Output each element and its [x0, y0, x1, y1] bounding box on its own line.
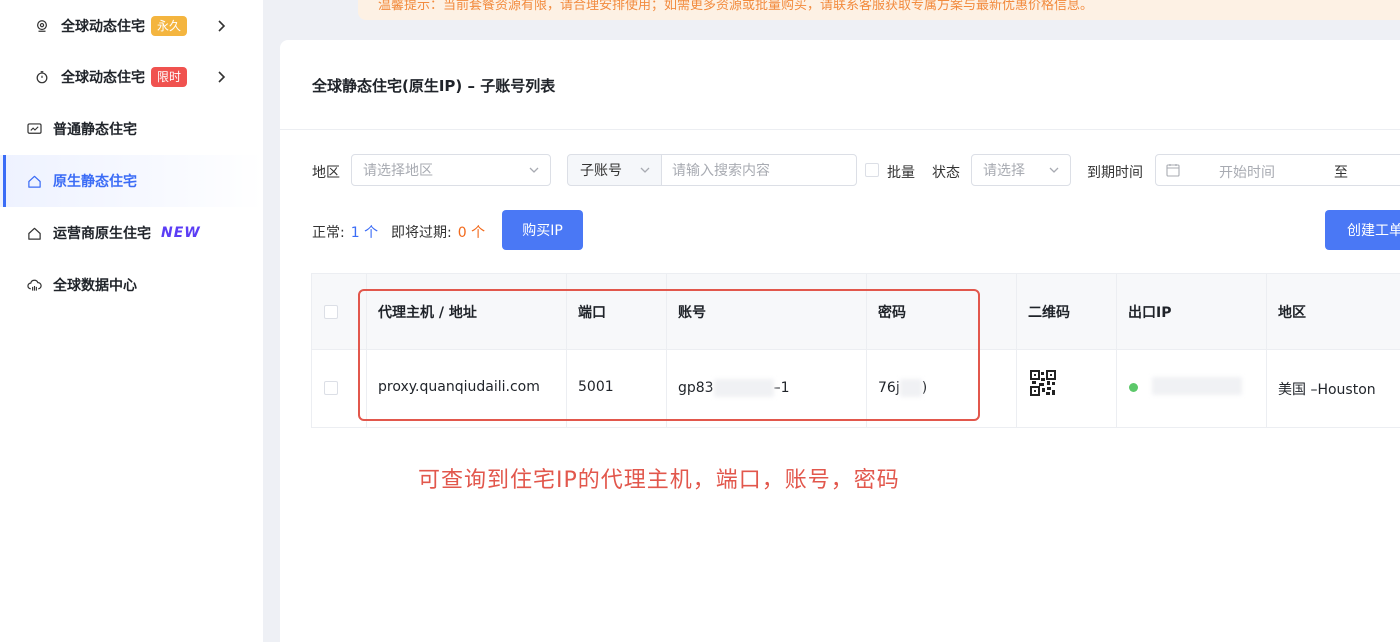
qrcode-icon[interactable]: [1030, 370, 1056, 396]
sidebar-item-label: 普通静态住宅: [53, 122, 137, 138]
chevron-down-icon: [528, 164, 540, 176]
limited-badge: 限时: [151, 67, 188, 87]
search-type-select[interactable]: 子账号: [567, 154, 662, 186]
sidebar-item-datacenter[interactable]: 全球数据中心: [0, 259, 263, 311]
chevron-down-icon: [639, 164, 651, 176]
cloud-icon: [26, 277, 42, 293]
chevron-right-icon[interactable]: [211, 16, 231, 36]
home-icon: [26, 173, 42, 189]
status-select[interactable]: 请选择: [971, 154, 1071, 186]
sidebar-item-label: 原生静态住宅: [53, 174, 137, 190]
sidebar-item-label: 全球数据中心: [53, 278, 137, 294]
start-date-placeholder: 开始时间: [1219, 165, 1275, 181]
notice-banner: 温馨提示：当前套餐资源有限，请合理安排使用；如需更多资源或批量购买，请联系客服获…: [358, 0, 1400, 20]
expiring-label: 即将过期:: [391, 225, 452, 241]
status-dot: [1129, 383, 1138, 392]
home-icon: [26, 225, 42, 241]
column-header-exit-ip: 出口IP: [1128, 305, 1172, 321]
range-separator: 至: [1334, 165, 1348, 181]
region-select[interactable]: 请选择地区: [351, 154, 551, 186]
select-all-checkbox[interactable]: [324, 305, 338, 319]
row-checkbox[interactable]: [324, 381, 338, 395]
batch-label: 批量: [887, 165, 915, 181]
column-header-qrcode: 二维码: [1028, 305, 1070, 321]
app-root: 全球动态住宅 永久 全球动态住宅 限时 普通静态住宅 原生静态住宅 运营商原生住…: [0, 0, 1400, 642]
annotation-text: 可查询到住宅IP的代理主机，端口，账号，密码: [418, 468, 900, 493]
sidebar-item-native-static[interactable]: 原生静态住宅: [0, 155, 263, 207]
sidebar: 全球动态住宅 永久 全球动态住宅 限时 普通静态住宅 原生静态住宅 运营商原生住…: [0, 0, 263, 642]
search-input[interactable]: 请输入搜索内容: [661, 154, 857, 186]
timer-icon: [34, 69, 50, 85]
buy-ip-button[interactable]: 购买IP: [502, 210, 583, 250]
sidebar-item-isp-native[interactable]: 运营商原生住宅 NEW: [0, 207, 263, 259]
chevron-down-icon: [1048, 164, 1060, 176]
column-divider: [1116, 274, 1117, 427]
page-title: 全球静态住宅(原生IP) – 子账号列表: [312, 77, 556, 95]
normal-value[interactable]: 1 个: [351, 225, 378, 241]
cell-region: 美国 –Houston: [1278, 382, 1376, 398]
new-badge: NEW: [161, 225, 201, 241]
divider: [280, 129, 1400, 130]
sidebar-item-label: 运营商原生住宅: [53, 226, 151, 242]
column-header-region: 地区: [1278, 305, 1306, 321]
sidebar-item-dynamic-limited[interactable]: 全球动态住宅 限时: [0, 51, 263, 103]
region-label: 地区: [312, 165, 340, 181]
status-placeholder: 请选择: [983, 163, 1025, 179]
normal-count: 正常: 1 个: [312, 222, 378, 242]
expire-date-range[interactable]: 开始时间 至: [1155, 154, 1400, 186]
expire-label: 到期时间: [1087, 165, 1143, 181]
create-ticket-button[interactable]: 创建工单: [1325, 210, 1400, 250]
annotation-box: [358, 289, 980, 421]
search-type-value: 子账号: [580, 163, 622, 179]
chevron-right-icon[interactable]: [211, 67, 231, 87]
calendar-icon: [1166, 163, 1180, 177]
normal-label: 正常:: [312, 225, 345, 241]
location-pin-icon: [34, 18, 50, 34]
status-label: 状态: [932, 165, 960, 181]
sidebar-item-dynamic-permanent[interactable]: 全球动态住宅 永久: [0, 0, 263, 52]
expiring-count: 即将过期: 0 个: [391, 222, 485, 242]
permanent-badge: 永久: [151, 16, 188, 36]
batch-checkbox[interactable]: [865, 163, 879, 177]
sidebar-item-static[interactable]: 普通静态住宅: [0, 103, 263, 155]
column-divider: [1266, 274, 1267, 427]
sidebar-item-label: 全球动态住宅: [61, 19, 145, 35]
expiring-value[interactable]: 0 个: [458, 225, 485, 241]
sidebar-item-label: 全球动态住宅: [61, 70, 145, 86]
active-indicator: [3, 155, 6, 207]
masked-exit-ip: [1152, 377, 1242, 395]
monitor-icon: [26, 121, 42, 137]
region-placeholder: 请选择地区: [363, 163, 433, 179]
column-divider: [1016, 274, 1017, 427]
search-placeholder: 请输入搜索内容: [672, 163, 770, 179]
